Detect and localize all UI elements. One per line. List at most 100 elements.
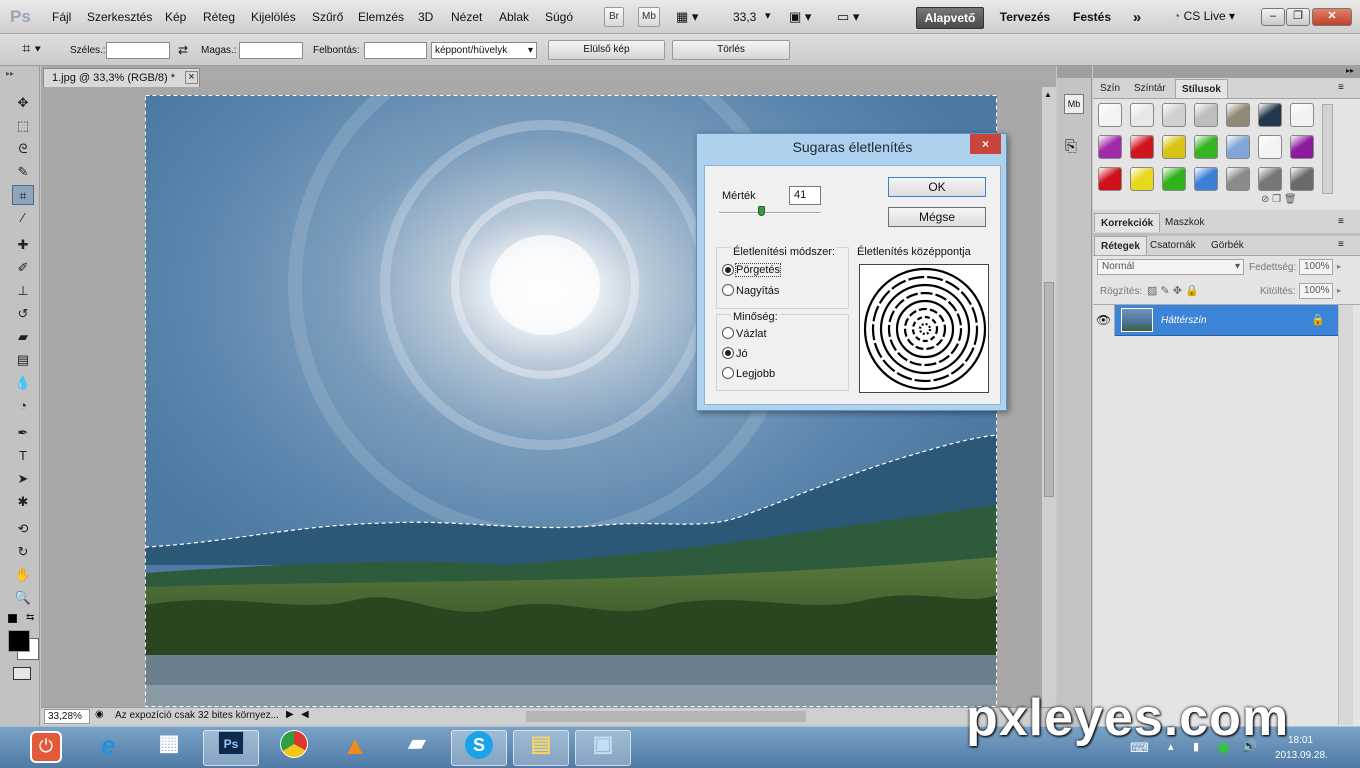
menu-image[interactable]: Kép (165, 10, 186, 24)
chrome-icon[interactable] (266, 730, 322, 766)
tab-adjustments[interactable]: Korrekciók (1094, 213, 1161, 232)
bridge-button[interactable]: Br (604, 7, 624, 27)
adjustments-menu-icon[interactable]: ≡ (1338, 216, 1344, 227)
tab-color[interactable]: Szín (1094, 79, 1126, 98)
quality-good-label[interactable]: Jó (736, 348, 748, 360)
style-swatch[interactable] (1130, 135, 1154, 159)
amount-field[interactable]: 41 (789, 186, 821, 205)
screen-mode-icon[interactable]: ▭ ▾ (837, 9, 859, 25)
3d-rotate-tool-icon[interactable]: ⟲ (12, 519, 34, 539)
style-swatch[interactable] (1194, 135, 1218, 159)
quality-good-radio[interactable] (722, 347, 734, 359)
style-swatch[interactable] (1290, 103, 1314, 127)
marquee-tool-icon[interactable]: ⬚ (12, 116, 34, 136)
crop-tool-icon[interactable]: ⌗ (12, 185, 34, 205)
photo-viewer-icon[interactable]: ▣ (575, 730, 631, 766)
quality-best-radio[interactable] (722, 367, 734, 379)
default-colors-icon[interactable] (8, 614, 17, 623)
blur-tool-icon[interactable]: 💧 (12, 373, 34, 393)
clock-date[interactable]: 2013.09.28. (1275, 750, 1328, 761)
restore-button[interactable]: ❐ (1286, 8, 1310, 26)
style-swatch[interactable] (1162, 135, 1186, 159)
dialog-close-button[interactable]: × (970, 134, 1001, 154)
minimize-button[interactable]: – (1261, 8, 1285, 26)
method-zoom-label[interactable]: Nagyítás (736, 285, 779, 297)
styles-footer-icons[interactable]: ⊘ ❐ 🗑 (1261, 194, 1297, 205)
style-swatch[interactable] (1098, 103, 1122, 127)
style-swatch[interactable] (1290, 135, 1314, 159)
tab-swatches[interactable]: Színtár (1128, 79, 1172, 98)
style-swatch[interactable] (1194, 167, 1218, 191)
type-tool-icon[interactable]: T (12, 446, 34, 466)
fill-arrow-icon[interactable]: ▸ (1337, 286, 1341, 295)
tab-paths[interactable]: Görbék (1205, 236, 1250, 255)
move-tool-icon[interactable]: ✥ (12, 93, 34, 113)
crop-tool-preset-icon[interactable]: ⌗ ▾ (22, 40, 41, 57)
minibridge-panel-icon[interactable]: Mb (1064, 94, 1084, 114)
scroll-left-icon[interactable]: ◀ (301, 709, 309, 720)
status-menu-arrow-icon[interactable]: ▶ (286, 709, 294, 720)
menu-3d[interactable]: 3D (418, 10, 433, 24)
cs-live-menu[interactable]: ◔ CS Live ▾ (1173, 9, 1235, 23)
skype-icon[interactable]: S (451, 730, 507, 766)
height-field[interactable] (239, 42, 303, 59)
swap-dimensions-icon[interactable]: ⇄ (178, 43, 188, 57)
close-document-icon[interactable]: × (185, 71, 198, 84)
menu-edit[interactable]: Szerkesztés (87, 10, 152, 24)
menu-select[interactable]: Kijelölés (251, 10, 296, 24)
opacity-field[interactable]: 100% (1299, 259, 1333, 275)
styles-scrollbar[interactable] (1322, 104, 1333, 194)
layer-name[interactable]: Háttérszín (1161, 315, 1207, 326)
status-info-text[interactable]: Az expozíció csak 32 bites környez... (115, 710, 279, 721)
internet-explorer-icon[interactable]: e (80, 730, 136, 766)
layers-menu-icon[interactable]: ≡ (1338, 239, 1344, 250)
blur-center-preview[interactable] (859, 264, 989, 393)
calculator-icon[interactable]: ▦ (141, 730, 197, 766)
file-explorer-icon[interactable]: ▤ (513, 730, 569, 766)
menu-analysis[interactable]: Elemzés (358, 10, 404, 24)
layers-scrollbar[interactable] (1338, 305, 1353, 725)
resolution-field[interactable] (364, 42, 427, 59)
cancel-button[interactable]: Mégse (888, 207, 986, 227)
style-swatch[interactable] (1258, 167, 1282, 191)
workspace-essentials[interactable]: Alapvető (916, 7, 984, 29)
opacity-arrow-icon[interactable]: ▸ (1337, 262, 1341, 271)
lasso-tool-icon[interactable]: ᘓ (12, 139, 34, 159)
view-extras-icon[interactable]: ▦ ▾ (676, 9, 698, 25)
width-field[interactable] (106, 42, 170, 59)
foreground-color-swatch[interactable] (8, 630, 30, 652)
workspace-painting[interactable]: Festés (1066, 7, 1118, 29)
clone-stamp-tool-icon[interactable]: ⊥ (12, 281, 34, 301)
vlc-icon[interactable]: ▲ (327, 730, 383, 766)
custom-shape-tool-icon[interactable]: ✱ (12, 492, 34, 512)
history-panel-icon[interactable]: ⎘ (1065, 138, 1077, 155)
dodge-tool-icon[interactable]: ◔ (12, 396, 34, 416)
quick-mask-icon[interactable] (13, 667, 31, 680)
menu-file[interactable]: Fájl (52, 10, 71, 24)
collapse-toolbox-icon[interactable]: ▸▸ (6, 69, 14, 78)
tab-channels[interactable]: Csatornák (1144, 236, 1202, 255)
horizontal-scrollbar-thumb[interactable] (526, 711, 806, 722)
layer-visibility-eye-icon[interactable]: 👁 (1093, 305, 1115, 336)
method-zoom-radio[interactable] (722, 284, 734, 296)
layer-row-background[interactable]: 👁 Háttérszín 🔒 (1093, 305, 1338, 336)
front-image-button[interactable]: Elülső kép (548, 40, 665, 60)
quality-draft-label[interactable]: Vázlat (736, 328, 767, 340)
menu-view[interactable]: Nézet (451, 10, 482, 24)
clear-button[interactable]: Törlés (672, 40, 790, 60)
resolution-unit-select[interactable]: képpont/hüvelyk ▾ (431, 42, 537, 59)
amount-slider-thumb[interactable] (757, 206, 765, 216)
vertical-scrollbar[interactable]: ▲ (1041, 87, 1056, 707)
style-swatch[interactable] (1290, 167, 1314, 191)
zoom-level[interactable]: 33,3 (733, 10, 756, 24)
style-swatch[interactable] (1226, 135, 1250, 159)
workspace-design[interactable]: Tervezés (990, 7, 1060, 29)
styles-panel-menu-icon[interactable]: ≡ (1338, 82, 1344, 93)
notes-icon[interactable]: ▰ (389, 730, 445, 766)
tab-masks[interactable]: Maszkok (1159, 213, 1210, 232)
history-brush-tool-icon[interactable]: ↺ (12, 304, 34, 324)
swap-colors-icon[interactable]: ⇆ (26, 612, 34, 623)
close-app-button[interactable]: ✕ (1312, 8, 1352, 26)
lock-icons[interactable]: ▨ ✎ ✥ 🔒 (1147, 284, 1199, 297)
document-tab[interactable]: 1.jpg @ 33,3% (RGB/8) * × (43, 68, 200, 87)
